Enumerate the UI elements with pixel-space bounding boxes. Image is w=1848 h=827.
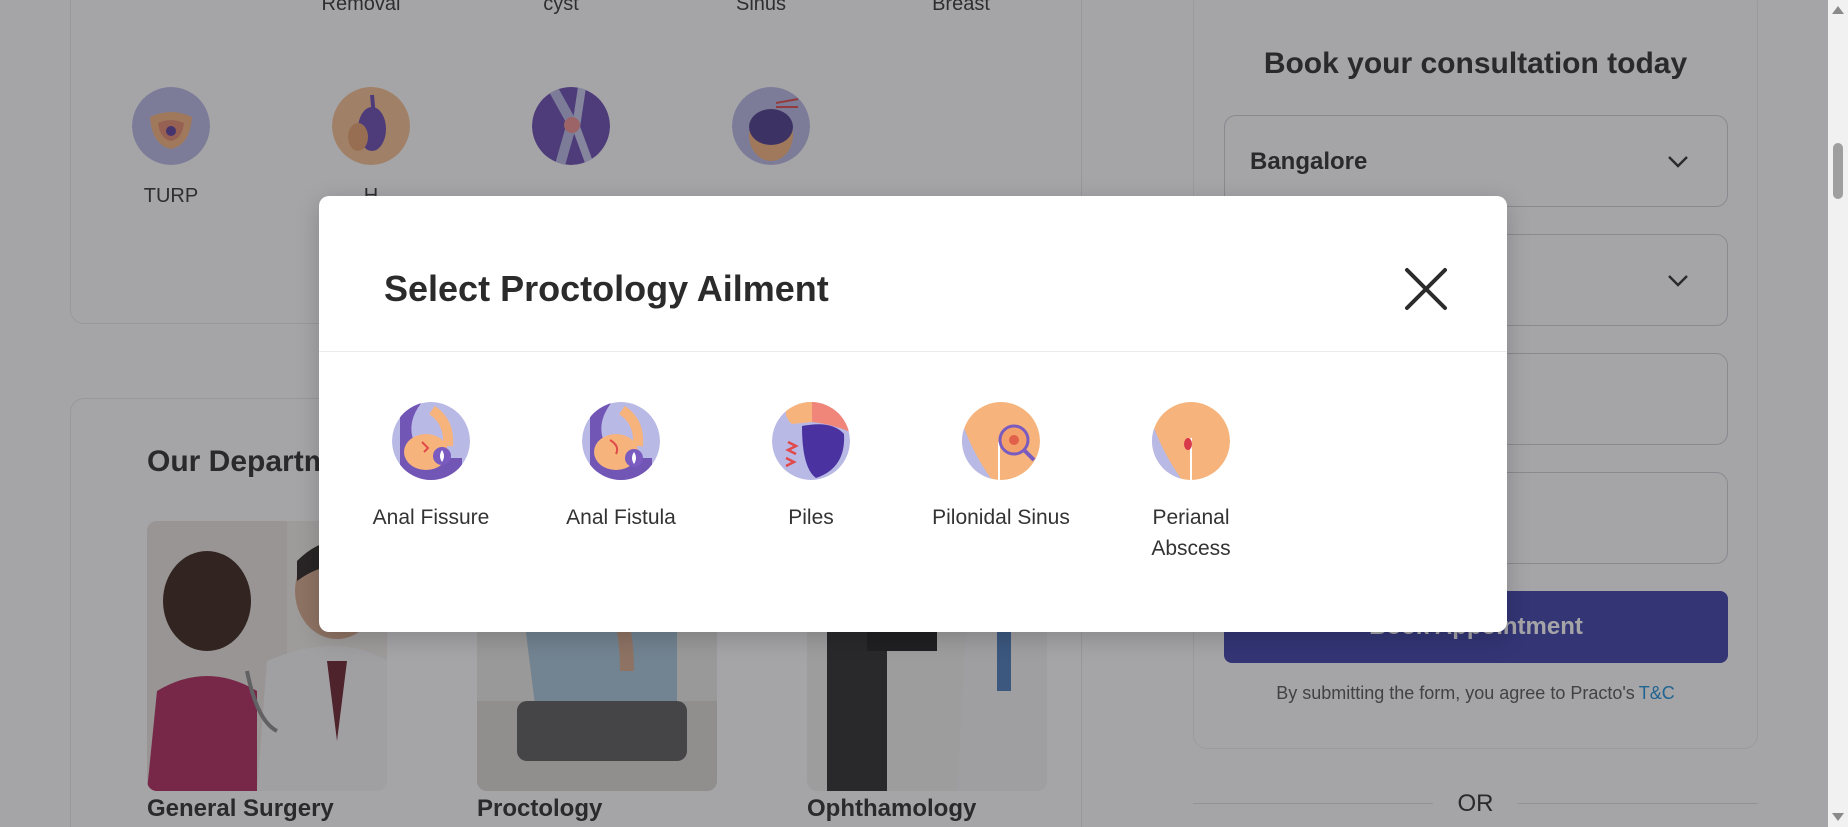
close-icon (1405, 268, 1447, 310)
anal-fistula-icon (582, 402, 660, 480)
ailment-item-piles[interactable]: Piles (741, 402, 881, 533)
ailment-item-anal-fistula[interactable]: Anal Fistula (551, 402, 691, 533)
vertical-scrollbar[interactable] (1828, 0, 1848, 827)
modal-title: Select Proctology Ailment (384, 268, 829, 309)
ailment-label: Piles (788, 506, 834, 529)
anal-fissure-icon (392, 402, 470, 480)
scroll-thumb[interactable] (1833, 143, 1843, 199)
scroll-down-arrow-icon[interactable] (1832, 813, 1844, 821)
ailment-label: Perianal Abscess (1151, 506, 1231, 560)
ailment-list: Anal Fissure Anal Fistula Piles Pilonida… (361, 402, 1361, 582)
ailment-item-perianal-abscess[interactable]: Perianal Abscess (1121, 402, 1261, 564)
ailment-label: Anal Fistula (566, 506, 676, 529)
ailment-item-pilonidal-sinus[interactable]: Pilonidal Sinus (931, 402, 1071, 533)
perianal-abscess-icon (1152, 402, 1230, 480)
close-button[interactable] (1403, 266, 1449, 312)
piles-icon (772, 402, 850, 480)
modal-header: Select Proctology Ailment (319, 196, 1507, 352)
pilonidal-sinus-icon (962, 402, 1040, 480)
ailment-modal: Select Proctology Ailment Anal Fissure A… (319, 196, 1507, 632)
ailment-label: Anal Fissure (372, 506, 490, 529)
ailment-label: Pilonidal Sinus (932, 506, 1070, 529)
scroll-up-arrow-icon[interactable] (1832, 6, 1844, 14)
ailment-item-anal-fissure[interactable]: Anal Fissure (361, 402, 501, 533)
